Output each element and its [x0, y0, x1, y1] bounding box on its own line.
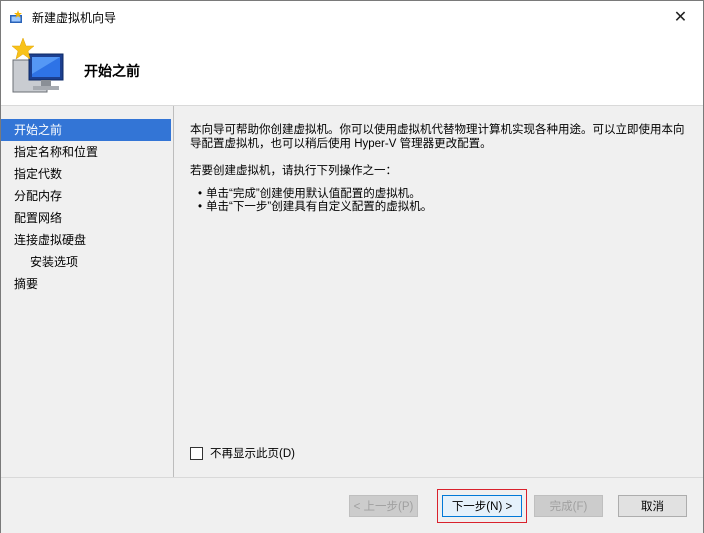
cancel-button[interactable]: 取消 [618, 495, 687, 517]
hyperv-app-icon [10, 10, 22, 23]
intro-text: 本向导可帮助你创建虚拟机。你可以使用虚拟机代替物理计算机实现各种用途。可以立即使… [190, 124, 685, 150]
wizard-window: 新建虚拟机向导 ✕ 开始之前 开始之前 指定名称和位置 指定代数 分配内存 配置… [0, 0, 704, 533]
nav-step-before-you-begin[interactable]: 开始之前 [1, 119, 171, 141]
list-item: 单击“下一步”创建具有自定义配置的虚拟机。 [198, 201, 432, 214]
instructions-list: 单击“完成”创建使用默认值配置的虚拟机。 单击“下一步”创建具有自定义配置的虚拟… [198, 188, 432, 214]
close-button[interactable]: ✕ [658, 1, 703, 32]
wizard-steps-nav: 开始之前 指定名称和位置 指定代数 分配内存 配置网络 连接虚拟硬盘 安装选项 … [1, 106, 174, 477]
finish-button[interactable]: 完成(F) [534, 495, 603, 517]
nav-step-virtual-disk[interactable]: 连接虚拟硬盘 [1, 229, 173, 251]
dont-show-again-option[interactable]: 不再显示此页(D) [190, 445, 295, 461]
nav-step-memory[interactable]: 分配内存 [1, 185, 173, 207]
new-vm-icon [11, 37, 64, 93]
nav-step-networking[interactable]: 配置网络 [1, 207, 173, 229]
list-item: 单击“完成”创建使用默认值配置的虚拟机。 [198, 188, 432, 201]
nav-step-summary[interactable]: 摘要 [1, 273, 173, 295]
previous-button[interactable]: < 上一步(P) [349, 495, 418, 517]
dont-show-again-checkbox[interactable] [190, 446, 203, 460]
next-button[interactable]: 下一步(N) > [442, 495, 522, 517]
button-bar: < 上一步(P) 下一步(N) > 完成(F) 取消 [1, 477, 703, 533]
content-pane: 本向导可帮助你创建虚拟机。你可以使用虚拟机代替物理计算机实现各种用途。可以立即使… [174, 106, 703, 477]
window-title: 新建虚拟机向导 [32, 11, 117, 25]
instructions-heading: 若要创建虚拟机，请执行下列操作之一： [190, 165, 397, 177]
title-bar: 新建虚拟机向导 ✕ [1, 1, 703, 32]
dont-show-again-label: 不再显示此页(D) [210, 448, 295, 460]
nav-step-name-location[interactable]: 指定名称和位置 [1, 141, 173, 163]
page-title: 开始之前 [84, 63, 140, 79]
nav-step-generation[interactable]: 指定代数 [1, 163, 173, 185]
wizard-header: 开始之前 [1, 32, 703, 106]
nav-step-install-options[interactable]: 安装选项 [1, 251, 173, 273]
close-icon: ✕ [673, 8, 688, 26]
